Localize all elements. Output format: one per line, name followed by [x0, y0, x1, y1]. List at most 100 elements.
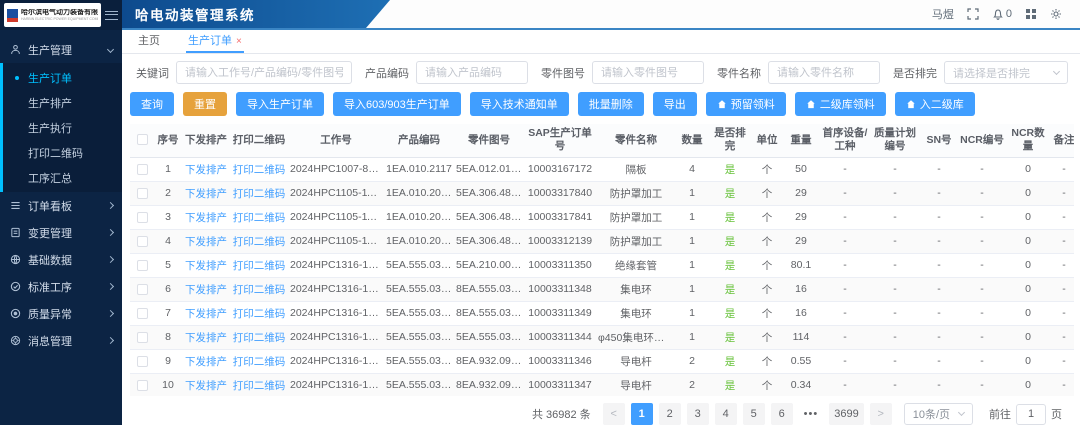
toolbar-button-预留领料[interactable]: 预留领料 — [706, 92, 786, 116]
tab-主页[interactable]: 主页 — [136, 28, 162, 53]
cell-工作号: 2024HPC1316-1833-2 — [288, 373, 384, 396]
sidebar-group-1[interactable]: 订单看板 — [0, 192, 122, 219]
print-qrcode-link[interactable]: 打印二维码 — [230, 229, 288, 253]
cell-NCR编号: - — [958, 205, 1006, 229]
sidebar-group-5[interactable]: 质量异常 — [0, 300, 122, 327]
row-checkbox[interactable] — [137, 284, 148, 295]
filter-input-0[interactable] — [176, 61, 352, 84]
next-page-button[interactable]: > — [870, 403, 892, 425]
sidebar-group-4[interactable]: 标准工序 — [0, 273, 122, 300]
page-button-1[interactable]: 1 — [631, 403, 653, 425]
filter-input-3[interactable] — [768, 61, 880, 84]
row-select-cell — [130, 181, 154, 205]
toolbar-button-导出[interactable]: 导出 — [653, 92, 697, 116]
sidebar-group-2[interactable]: 变更管理 — [0, 219, 122, 246]
cell-备注: - — [1050, 229, 1074, 253]
dispatch-link[interactable]: 下发排产 — [182, 277, 230, 301]
filter-label-2: 零件图号 — [541, 65, 585, 81]
cell-序号: 7 — [154, 301, 182, 325]
row-checkbox[interactable] — [137, 356, 148, 367]
row-checkbox[interactable] — [137, 380, 148, 391]
fullscreen-icon[interactable] — [967, 8, 979, 20]
filter-input-2[interactable] — [592, 61, 704, 84]
page-size-select[interactable]: 10条/页 — [904, 403, 973, 425]
dispatch-link[interactable]: 下发排产 — [182, 205, 230, 229]
print-qrcode-link[interactable]: 打印二维码 — [230, 325, 288, 349]
toolbar-button-导入603/903生产订单[interactable]: 导入603/903生产订单 — [333, 92, 461, 116]
tab-close-icon[interactable]: × — [236, 36, 242, 47]
dispatch-link[interactable]: 下发排产 — [182, 325, 230, 349]
toolbar-button-批量删除[interactable]: 批量删除 — [578, 92, 644, 116]
select-all-checkbox[interactable] — [137, 134, 148, 145]
cell-数量: 1 — [676, 205, 708, 229]
row-checkbox[interactable] — [137, 188, 148, 199]
cell-NCR数量: 0 — [1006, 205, 1050, 229]
toolbar-button-导入技术通知单[interactable]: 导入技术通知单 — [470, 92, 569, 116]
user-name[interactable]: 马煜 — [932, 6, 954, 22]
sidebar-collapse-icon[interactable] — [105, 11, 118, 20]
dispatch-link[interactable]: 下发排产 — [182, 157, 230, 181]
cell-备注: - — [1050, 349, 1074, 373]
print-qrcode-link[interactable]: 打印二维码 — [230, 253, 288, 277]
print-qrcode-link[interactable]: 打印二维码 — [230, 205, 288, 229]
cell-零件图号: 5EA.210.0032 — [454, 253, 524, 277]
apps-grid-icon[interactable] — [1025, 8, 1037, 20]
row-checkbox[interactable] — [137, 236, 148, 247]
toolbar-button-入二级库[interactable]: 入二级库 — [895, 92, 975, 116]
toolbar-button-查询[interactable]: 查询 — [130, 92, 174, 116]
print-qrcode-link[interactable]: 打印二维码 — [230, 277, 288, 301]
sidebar-item-工序汇总[interactable]: 工序汇总 — [0, 165, 122, 190]
print-qrcode-link[interactable]: 打印二维码 — [230, 349, 288, 373]
page-button-6[interactable]: 6 — [771, 403, 793, 425]
sidebar-item-生产执行[interactable]: 生产执行 — [0, 115, 122, 140]
print-qrcode-link[interactable]: 打印二维码 — [230, 373, 288, 396]
pagination: 共 36982 条 < 123456•••3699 > 10条/页 前往 页 — [130, 396, 1074, 425]
dispatch-link[interactable]: 下发排产 — [182, 301, 230, 325]
notification-bell-icon[interactable]: 0 — [992, 8, 1012, 20]
filter-label-0: 关键词 — [136, 65, 169, 81]
cell-SN号: - — [920, 301, 958, 325]
filter-input-1[interactable] — [416, 61, 528, 84]
page-buttons: 123456•••3699 — [631, 403, 864, 425]
orders-table-wrap: 序号下发排产打印二维码工作号产品编码零件图号SAP生产订单号零件名称数量是否排完… — [130, 124, 1074, 396]
sidebar-group-6[interactable]: 消息管理 — [0, 327, 122, 354]
dispatch-link[interactable]: 下发排产 — [182, 373, 230, 396]
print-qrcode-link[interactable]: 打印二维码 — [230, 157, 288, 181]
print-qrcode-link[interactable]: 打印二维码 — [230, 181, 288, 205]
print-qrcode-link[interactable]: 打印二维码 — [230, 301, 288, 325]
cell-备注: - — [1050, 325, 1074, 349]
cell-产品编码: 5EA.555.0312 — [384, 373, 454, 396]
settings-gear-icon[interactable] — [1050, 8, 1062, 20]
sidebar-group-0[interactable]: 生产管理 — [0, 36, 122, 63]
toolbar-button-二级库领料[interactable]: 二级库领料 — [795, 92, 886, 116]
sidebar-item-生产订单[interactable]: 生产订单 — [0, 65, 122, 90]
row-checkbox[interactable] — [137, 332, 148, 343]
toolbar-button-重置[interactable]: 重置 — [183, 92, 227, 116]
sidebar-group-3[interactable]: 基础数据 — [0, 246, 122, 273]
cell-SAP生产订单号: 10003311344 — [524, 325, 596, 349]
page-button-5[interactable]: 5 — [743, 403, 765, 425]
goto-page-input[interactable] — [1016, 404, 1046, 425]
page-button-3699[interactable]: 3699 — [829, 403, 863, 425]
sidebar-item-生产排产[interactable]: 生产排产 — [0, 90, 122, 115]
cell-产品编码: 5EA.555.0312 — [384, 277, 454, 301]
page-button-3[interactable]: 3 — [687, 403, 709, 425]
row-checkbox[interactable] — [137, 308, 148, 319]
row-checkbox[interactable] — [137, 212, 148, 223]
prev-page-button[interactable]: < — [603, 403, 625, 425]
cell-质量计划编号: - — [870, 301, 920, 325]
filter-select-4[interactable]: 请选择是否排完 — [944, 61, 1068, 84]
toolbar-button-导入生产订单[interactable]: 导入生产订单 — [236, 92, 324, 116]
row-checkbox[interactable] — [137, 164, 148, 175]
tab-生产订单[interactable]: 生产订单× — [186, 28, 244, 53]
button-label: 预留领料 — [731, 96, 775, 112]
dispatch-link[interactable]: 下发排产 — [182, 229, 230, 253]
table-row: 7下发排产打印二维码2024HPC1316-1833-25EA.555.0312… — [130, 301, 1074, 325]
row-checkbox[interactable] — [137, 260, 148, 271]
dispatch-link[interactable]: 下发排产 — [182, 349, 230, 373]
sidebar-item-打印二维码[interactable]: 打印二维码 — [0, 140, 122, 165]
page-button-4[interactable]: 4 — [715, 403, 737, 425]
page-button-2[interactable]: 2 — [659, 403, 681, 425]
dispatch-link[interactable]: 下发排产 — [182, 181, 230, 205]
dispatch-link[interactable]: 下发排产 — [182, 253, 230, 277]
